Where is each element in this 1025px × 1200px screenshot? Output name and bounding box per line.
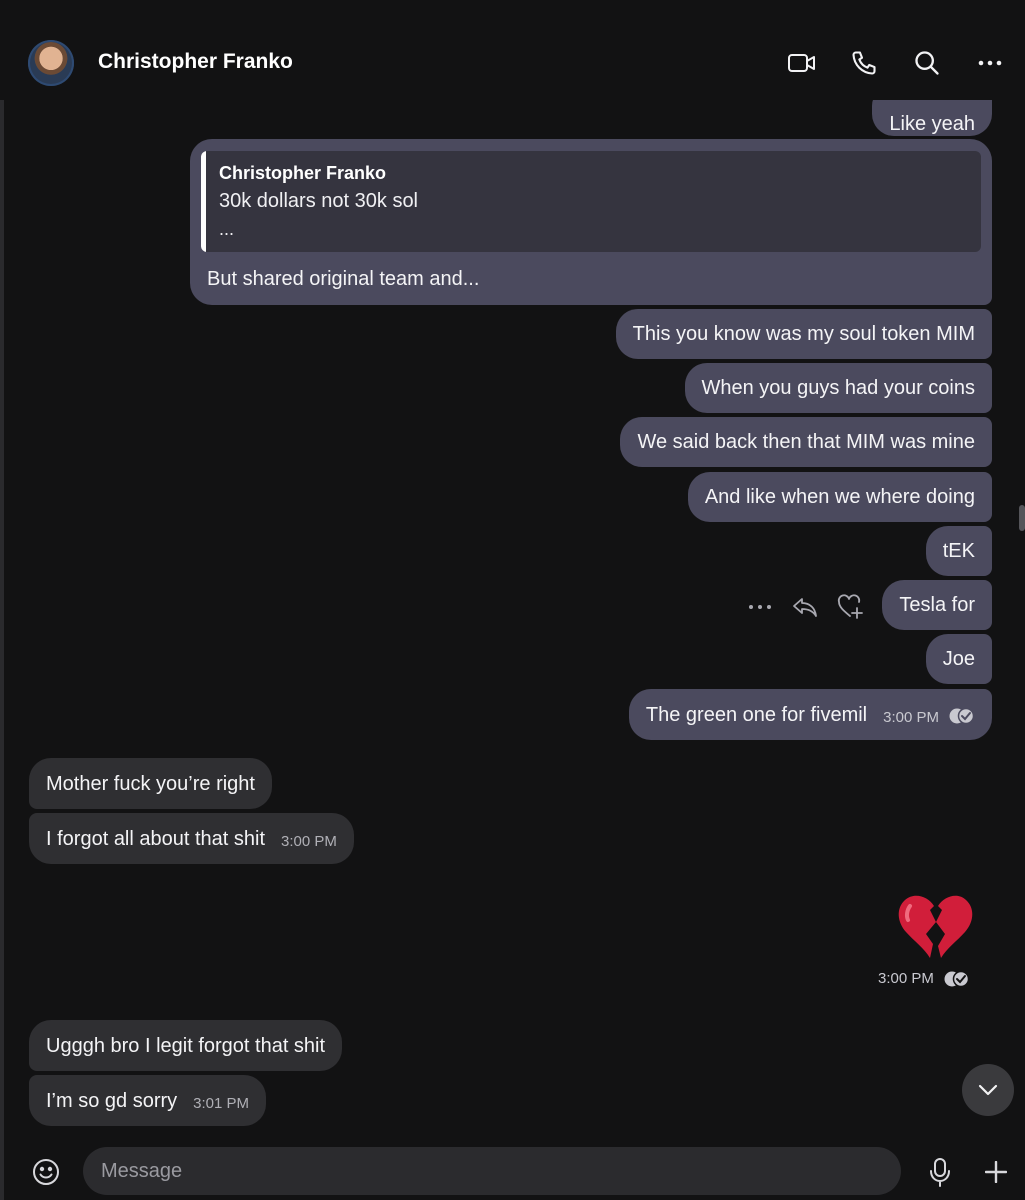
quoted-text: 30k dollars not 30k sol xyxy=(219,190,419,212)
avatar[interactable] xyxy=(28,40,74,86)
quoted-ellipsis: ... xyxy=(219,219,235,239)
broken-heart-emoji[interactable] xyxy=(894,892,974,962)
incoming-message[interactable]: Ugggh bro I legit forgot that shit xyxy=(29,1020,343,1071)
quoted-author: Christopher Franko xyxy=(219,163,387,183)
emoji-message-meta: 3:00 PM xyxy=(878,970,970,987)
search-icon[interactable] xyxy=(910,46,944,80)
message-text: Ugggh bro I legit forgot that shit xyxy=(46,1034,326,1057)
message-text: Mother fuck you’re right xyxy=(46,772,255,795)
outgoing-message[interactable]: tEK xyxy=(925,526,992,576)
incoming-message[interactable]: Mother fuck you’re right xyxy=(29,758,272,809)
microphone-icon[interactable] xyxy=(924,1155,956,1189)
message-text: When you guys had your coins xyxy=(701,377,976,399)
message-input[interactable] xyxy=(83,1147,901,1195)
message-timestamp: 3:00 PM xyxy=(281,832,337,850)
message-text: I forgot all about that shit xyxy=(46,827,266,850)
outgoing-message[interactable]: Joe xyxy=(925,634,992,684)
more-icon[interactable] xyxy=(746,592,774,622)
more-icon[interactable] xyxy=(973,46,1007,80)
outgoing-message[interactable]: We said back then that MIM was mine xyxy=(620,417,992,467)
message-text: This you know was my soul token MIM xyxy=(632,323,975,345)
message-text: The green one for fivemil xyxy=(645,703,868,726)
message-timestamp: 3:01 PM xyxy=(193,1094,250,1112)
message-text: I’m so gd sorry xyxy=(46,1089,178,1112)
message-text: We said back then that MIM was mine xyxy=(637,431,975,453)
outgoing-reply-message[interactable]: Christopher Franko 30k dollars not 30k s… xyxy=(190,139,992,305)
quote-indicator xyxy=(201,151,206,252)
incoming-message[interactable]: I’m so gd sorry 3:01 PM xyxy=(29,1075,267,1126)
incoming-message[interactable]: I forgot all about that shit 3:00 PM xyxy=(29,813,354,864)
outgoing-message[interactable]: And like when we where doing xyxy=(687,472,992,522)
window-left-edge xyxy=(0,0,4,1200)
chat-header: Christopher Franko xyxy=(0,0,1025,100)
emoji-icon[interactable] xyxy=(30,1156,62,1188)
phone-icon[interactable] xyxy=(847,46,881,80)
message-text: tEK xyxy=(942,540,975,562)
outgoing-message[interactable]: Tesla for xyxy=(882,580,992,630)
outgoing-message[interactable]: The green one for fivemil 3:00 PM xyxy=(628,689,992,740)
reply-text: But shared original team and... xyxy=(207,268,480,290)
outgoing-message[interactable]: When you guys had your coins xyxy=(684,363,992,413)
message-timestamp: 3:00 PM xyxy=(878,970,934,987)
message-text: Tesla for xyxy=(899,594,975,616)
contact-name[interactable]: Christopher Franko xyxy=(98,50,293,74)
message-text: Joe xyxy=(942,648,975,670)
attach-plus-icon[interactable] xyxy=(980,1155,1012,1189)
message-text: And like when we where doing xyxy=(704,486,975,508)
reply-icon[interactable] xyxy=(790,592,820,622)
message-text: Like yeah xyxy=(889,113,975,135)
video-call-icon[interactable] xyxy=(785,46,819,80)
outgoing-message[interactable]: This you know was my soul token MIM xyxy=(615,309,992,359)
read-receipt-icon xyxy=(949,707,975,729)
react-icon[interactable] xyxy=(836,592,866,622)
quoted-message[interactable]: Christopher Franko 30k dollars not 30k s… xyxy=(201,151,981,252)
read-receipt-icon xyxy=(944,970,970,987)
scrollbar-thumb[interactable] xyxy=(1019,505,1025,531)
scroll-to-bottom-button[interactable] xyxy=(962,1064,1014,1116)
message-timestamp: 3:00 PM xyxy=(883,708,939,726)
